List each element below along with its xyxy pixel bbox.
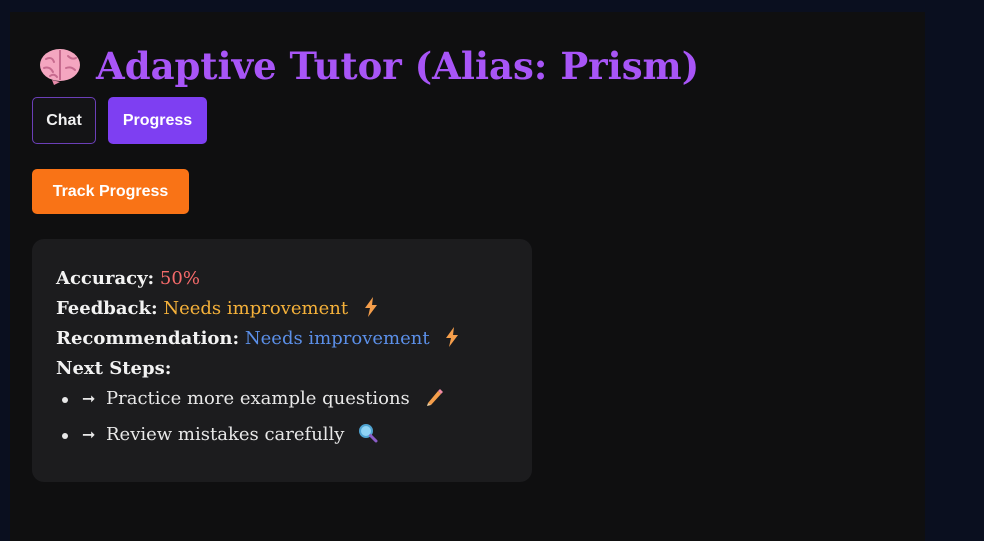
next-steps-label: Next Steps: [56,358,172,379]
next-steps-heading: Next Steps: [56,354,508,384]
feedback-label: Feedback: [56,298,158,319]
app-window: Adaptive Tutor (Alias: Prism) Chat Progr… [10,12,925,541]
recommendation-label: Recommendation: [56,328,240,349]
lightning-icon [364,297,377,317]
recommendation-value: Needs improvement [244,328,430,349]
pencil-icon [426,389,443,406]
list-item: ➞ Review mistakes carefully [62,420,508,450]
tab-progress[interactable]: Progress [108,97,207,144]
step-text: Practice more example questions [106,388,410,409]
page-title: Adaptive Tutor (Alias: Prism) [38,42,699,90]
feedback-row: Feedback: Needs improvement [56,294,508,324]
arrow-right-icon: ➞ [82,425,96,444]
recommendation-row: Recommendation: Needs improvement [56,324,508,354]
list-item: ➞ Practice more example questions [62,384,508,414]
step-text: Review mistakes carefully [106,424,345,445]
next-steps-list: ➞ Practice more example questions ➞ Review… [56,384,508,450]
brain-icon [40,49,80,85]
tab-chat[interactable]: Chat [32,97,96,144]
arrow-right-icon: ➞ [82,389,96,408]
page-title-text: Adaptive Tutor (Alias: Prism) [96,44,700,88]
accuracy-value: 50% [159,268,200,289]
magnifier-icon [359,424,378,443]
track-progress-button[interactable]: Track Progress [32,169,189,214]
lightning-icon [446,327,459,347]
progress-card: Accuracy: 50% Feedback: Needs improvemen… [32,239,532,482]
accuracy-label: Accuracy: [56,268,155,289]
feedback-value: Needs improvement [163,298,349,319]
tab-bar: Chat Progress [32,97,207,144]
accuracy-row: Accuracy: 50% [56,264,508,294]
